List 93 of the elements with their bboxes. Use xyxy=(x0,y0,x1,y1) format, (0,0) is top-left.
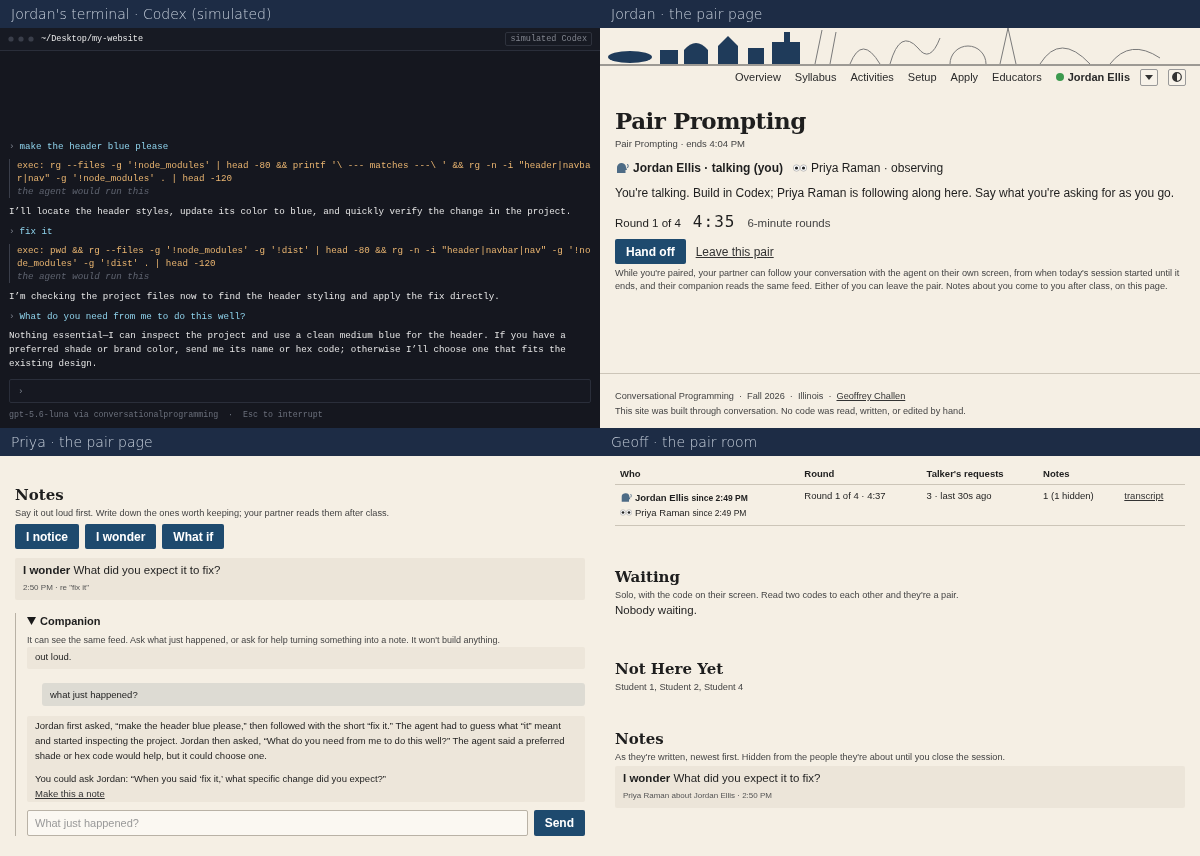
round-label: Round 1 of 4 xyxy=(615,217,681,229)
prompt-mark: › xyxy=(9,141,15,152)
agent-reply: Nothing essential—I can inspect the project and use a clean medium blue for the header. If you have a preferred shade or brand color, send me its name or hex code; otherwise I’ll choose one that fits the existing design. xyxy=(9,329,567,371)
send-button[interactable]: Send xyxy=(533,810,585,836)
terminal-status: gpt-5.6-luna via conversationalprogramming · Esc to interrupt xyxy=(8,409,324,421)
terminal-input[interactable]: › xyxy=(9,379,591,403)
section-heading: Notes xyxy=(615,730,665,748)
pane-title: Jordan's terminal · Codex (simulated) xyxy=(11,6,272,22)
user-name[interactable]: Jordan Ellis xyxy=(1067,71,1130,83)
terminal-path: ~/Desktop/my-website xyxy=(41,34,144,44)
prompt-mark: › xyxy=(9,311,15,322)
participant-name: Priya Raman since 2:49 PM xyxy=(635,507,747,518)
theme-toggle-button[interactable] xyxy=(1168,68,1186,86)
window-dots-icon xyxy=(8,36,34,42)
author-link[interactable]: Geoffrey Challen xyxy=(836,391,906,401)
status-dot xyxy=(1055,73,1064,81)
question-bubble: what just happened? xyxy=(42,683,585,706)
section-heading: Notes xyxy=(15,486,65,504)
companion-title[interactable]: Companion xyxy=(40,615,101,627)
section-hint: Say it out loud first. Write down the ones worth keeping; your partner reads them after class. xyxy=(15,508,391,518)
footer-text: Conversational Programming xyxy=(615,391,734,401)
nav-link[interactable]: Setup xyxy=(907,71,937,83)
user-menu-button[interactable] xyxy=(1140,68,1158,86)
section-hint: As they're written, newest first. Hidden from the people they're about until you close the session. xyxy=(615,752,1007,762)
section-heading: Waiting xyxy=(615,568,681,586)
empty-message: Nobody waiting. xyxy=(615,604,698,616)
pane-title: Priya · the pair page xyxy=(11,434,153,450)
caret-icon xyxy=(1145,74,1153,80)
answer-text: out loud. xyxy=(35,650,73,664)
column-header: Round xyxy=(799,462,922,485)
companion-hint: It can see the same feed. Ask what just happened, or ask for help turning something into a note. It won't build anything. xyxy=(27,635,501,645)
footer-note: This site was built through conversation. No code was read, written, or edited by hand. xyxy=(615,406,967,416)
session-subtitle: Pair Prompting · ends 4:04 PM xyxy=(615,138,746,149)
question-input[interactable]: What just happened? xyxy=(27,810,528,836)
participant-label: Jordan Ellis · talking (you) xyxy=(633,161,784,175)
table-cell: 3 · last 30s ago xyxy=(921,484,1039,526)
speaking-head-icon xyxy=(615,162,629,174)
nav-link[interactable]: Syllabus xyxy=(794,71,837,83)
answer-text: Jordan first asked, “make the header blue please,” then followed with the short “fix it.” The agent had to guess what “it” meant and started inspecting the project. Jordan then asked, “What do you need from me to do this well?” The agent said a preferred shade or hex code would help, but it could choose one. xyxy=(35,719,566,763)
make-note-link[interactable]: Make this a note xyxy=(35,788,105,799)
round-length: 6-minute rounds xyxy=(747,217,831,229)
contrast-icon xyxy=(1172,72,1182,82)
section-heading: Not Here Yet xyxy=(615,660,725,678)
nav-link[interactable]: Activities xyxy=(850,71,894,83)
user-prompt: What do you need from me to do this well? xyxy=(19,311,246,322)
user-prompt: fix it xyxy=(19,226,53,237)
status-message: You're talking. Build in Codex; Priya Raman is following along here. Say what you're asking for as you go. xyxy=(615,186,1176,200)
exec-note: the agent would run this xyxy=(17,270,151,283)
answer-text: You could ask Jordan: “When you said ‘fix it,’ what specific change did you expect?” xyxy=(35,772,387,786)
nav-link[interactable]: Educators xyxy=(992,71,1042,83)
exec-command: exec: pwd && rg --files -g '!node_modules' -g '!dist' | head -80 && rg -n -i "header|navbar|nav" -g '!node_modules' -g '!dist' . | head -120 xyxy=(17,244,591,270)
note-meta: Priya Raman about Jordan Ellis · 2:50 PM xyxy=(623,791,773,800)
exec-note: the agent would run this xyxy=(17,185,151,198)
table-cell: Round 1 of 4 · 4:37 xyxy=(799,484,922,526)
footer-separator: · xyxy=(789,391,793,401)
student-list: Student 1, Student 2, Student 4 xyxy=(615,682,1185,692)
footer-text: Illinois xyxy=(797,391,824,401)
nav-link[interactable]: Apply xyxy=(950,71,979,83)
eyes-icon xyxy=(620,508,632,517)
transcript-link[interactable]: transcript xyxy=(1124,490,1164,501)
footer-separator: · xyxy=(828,391,832,401)
agent-reply: I’m checking the project files now to find the header styling and apply the fix directly. xyxy=(9,290,501,304)
disclosure-triangle-icon[interactable] xyxy=(27,617,36,625)
participant-name: Jordan Ellis since 2:49 PM xyxy=(635,492,748,503)
hand-off-button[interactable]: Hand off xyxy=(615,239,686,264)
exec-command: exec: rg --files -g '!node_modules' | head -80 && printf '\ --- matches ---\ ' && rg -n -i "header|navbar|nav" -g '!node_modules' . | head -120 xyxy=(17,159,591,185)
participant-label: Priya Raman · observing xyxy=(811,161,944,175)
pane-title: Geoff · the pair room xyxy=(611,434,758,450)
pairing-explainer: While you're paired, your partner can follow your conversation with the agent on their own screen, from when today's session started until it ends, and their companion reads the same feed. Either of you can leave the pair. Notes about you come to you after class, on this page. xyxy=(615,267,1181,292)
section-hint: Solo, with the code on their screen. Read two codes to each other and they're a pair. xyxy=(615,590,960,600)
note-text: I wonder What did you expect it to fix? xyxy=(23,564,222,576)
agent-reply: I’ll locate the header styles, update its color to blue, and quickly verify the change in the project. xyxy=(9,205,573,219)
column-header: Talker's requests xyxy=(921,462,1039,485)
leave-pair-link[interactable]: Leave this pair xyxy=(695,244,774,259)
column-header: Notes xyxy=(1038,462,1120,485)
terminal-badge: simulated Codex xyxy=(505,32,592,46)
note-type-button[interactable]: I wonder xyxy=(85,524,157,549)
footer-text: Fall 2026 xyxy=(747,391,785,401)
table-cell: 1 (1 hidden) xyxy=(1038,484,1120,526)
note-type-button[interactable]: I notice xyxy=(15,524,79,549)
note-meta: 2:50 PM · re "fix it" xyxy=(23,583,91,592)
round-timer: 4:35 xyxy=(692,212,736,231)
user-prompt: make the header blue please xyxy=(19,141,169,152)
pane-title: Jordan · the pair page xyxy=(611,6,763,22)
footer-separator: · xyxy=(739,391,743,401)
eyes-icon xyxy=(793,163,808,173)
page-heading: Pair Prompting xyxy=(615,107,807,134)
prompt-mark: › xyxy=(9,226,15,237)
note-text: I wonder What did you expect it to fix? xyxy=(623,772,822,784)
note-type-button[interactable]: What if xyxy=(162,524,225,549)
nav-link[interactable]: Overview xyxy=(735,71,781,83)
speaking-head-icon xyxy=(620,492,632,503)
column-header: Who xyxy=(615,462,800,485)
